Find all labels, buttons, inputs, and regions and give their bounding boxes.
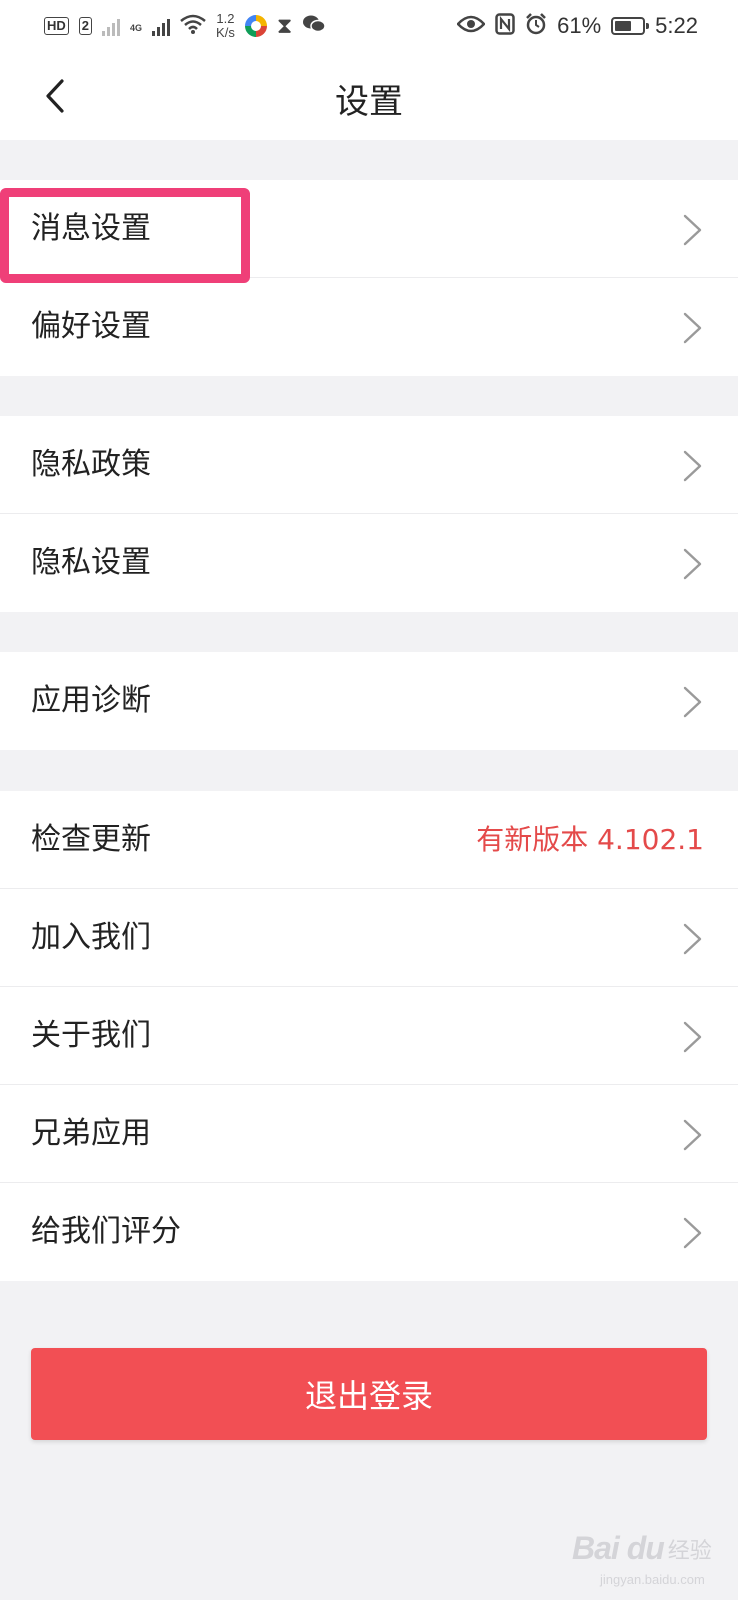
hourglass-icon: ⧗ (276, 13, 293, 38)
battery-icon (611, 17, 650, 35)
status-right: 61% 5:22 (456, 13, 698, 39)
row-privacy-settings[interactable]: 隐私设置 (0, 514, 738, 612)
row-label: 兄弟应用 (31, 1116, 151, 1151)
network-type-label: 4G (130, 23, 143, 33)
row-privacy-policy[interactable]: 隐私政策 (0, 416, 738, 514)
wechat-icon (302, 14, 327, 38)
settings-group-2: 隐私政策 隐私设置 (0, 416, 738, 612)
net-speed: 1.2 K/s (216, 12, 235, 40)
watermark-logo: Bai du (572, 1530, 665, 1566)
row-sibling-apps[interactable]: 兄弟应用 (0, 1085, 738, 1183)
battery-fill (615, 21, 632, 31)
row-join-us[interactable]: 加入我们 (0, 889, 738, 987)
status-left: HD 2 4G 1.2 K/s ⧗ (44, 12, 327, 40)
logout-button[interactable]: 退出登录 (31, 1348, 707, 1440)
net-speed-unit: K/s (216, 25, 235, 40)
settings-group-1: 消息设置 偏好设置 (0, 180, 738, 376)
page-title: 设置 (335, 82, 403, 122)
chevron-right-icon (683, 548, 702, 580)
signal-sim2-icon (152, 16, 171, 36)
eye-icon (456, 15, 486, 37)
chevron-right-icon (683, 1217, 702, 1249)
clock-time: 5:22 (655, 13, 698, 38)
row-label: 应用诊断 (31, 683, 151, 718)
row-label: 偏好设置 (31, 309, 151, 344)
row-label: 加入我们 (31, 920, 151, 955)
chevron-right-icon (683, 450, 702, 482)
chevron-right-icon (683, 923, 702, 955)
chevron-right-icon (683, 312, 702, 344)
row-label: 消息设置 (31, 211, 151, 246)
new-version-note: 有新版本 4.102.1 (476, 823, 704, 856)
row-label: 关于我们 (31, 1018, 151, 1053)
watermark-url: jingyan.baidu.com (600, 1572, 705, 1587)
settings-group-3: 应用诊断 (0, 652, 738, 750)
row-preference-settings[interactable]: 偏好设置 (0, 278, 738, 376)
chevron-right-icon (683, 214, 702, 246)
row-label: 给我们评分 (31, 1214, 181, 1249)
row-check-update[interactable]: 检查更新 有新版本 4.102.1 (0, 791, 738, 889)
hd-badge: HD (44, 17, 69, 35)
net-speed-value: 1.2 (216, 11, 235, 26)
chevron-right-icon (683, 1119, 702, 1151)
row-app-diagnostics[interactable]: 应用诊断 (0, 652, 738, 750)
alarm-icon (525, 13, 547, 39)
nfc-icon (495, 13, 515, 39)
row-label: 检查更新 (31, 822, 151, 857)
chevron-right-icon (683, 686, 702, 718)
header-bar: 设置 (0, 52, 738, 140)
settings-group-4: 检查更新 有新版本 4.102.1 加入我们 关于我们 兄弟应用 给我们评分 (0, 791, 738, 1281)
watermark-text: 经验 (667, 1538, 712, 1564)
row-message-settings[interactable]: 消息设置 (0, 180, 738, 278)
row-label: 隐私设置 (31, 545, 151, 580)
notification-app-icon (244, 15, 267, 37)
chevron-right-icon (683, 1021, 702, 1053)
row-about-us[interactable]: 关于我们 (0, 987, 738, 1085)
row-rate-us[interactable]: 给我们评分 (0, 1183, 738, 1281)
baidu-watermark: Bai du 经验 (572, 1530, 712, 1567)
sim2-badge: 2 (78, 17, 93, 35)
status-bar: HD 2 4G 1.2 K/s ⧗ 61% 5:22 (0, 0, 738, 52)
battery-percent: 61% (557, 13, 602, 38)
row-label: 隐私政策 (31, 447, 151, 482)
signal-sim1-icon (102, 16, 121, 36)
wifi-icon (180, 14, 206, 38)
